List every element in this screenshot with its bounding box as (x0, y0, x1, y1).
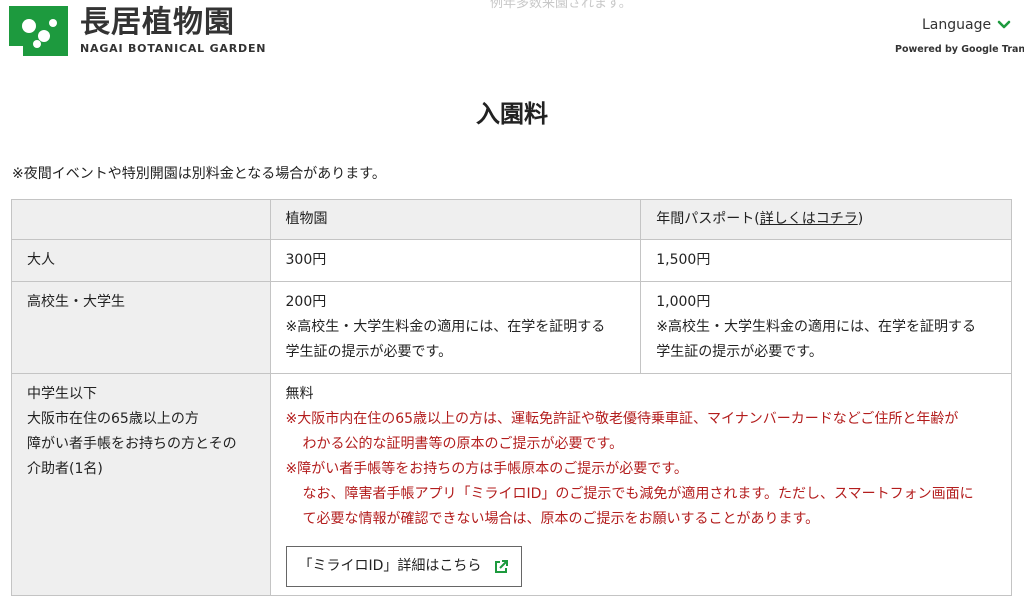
student-garden-fee: 200円 (285, 294, 327, 310)
student-garden-note-1: ※高校生・大学生料金の適用には、在学を証明する (285, 319, 606, 335)
mirairo-id-button-label: 「ミライロID」詳細はこちら (298, 558, 482, 574)
header-garden: 植物園 (269, 199, 642, 240)
free-label-2: 大阪市在住の65歳以上の方 (27, 411, 199, 427)
logo-title: 長居植物園 (80, 5, 235, 40)
free-cell: 無料 ※大阪市内在住の65歳以上の方は、運転免許証や敬老優待乗車証、マイナンバー… (269, 373, 1013, 596)
row-label-free: 中学生以下 大阪市在住の65歳以上の方 障がい者手帳をお持ちの方とその 介助者(… (11, 373, 271, 596)
free-value: 無料 (285, 386, 314, 402)
table-row-adult: 大人 300円 1,500円 (11, 239, 1012, 282)
notice-text: ※夜間イベントや特別開園は別料金となる場合があります。 (12, 166, 386, 182)
garden-logo-icon (9, 6, 68, 56)
free-note-2a: ※障がい者手帳等をお持ちの方は手帳原本のご提示が必要です。 (285, 461, 688, 477)
logo-subtitle: NAGAI BOTANICAL GARDEN (80, 42, 267, 55)
free-label-3: 障がい者手帳をお持ちの方とその (27, 436, 237, 452)
student-garden-note-2: 学生証の提示が必要です。 (285, 344, 453, 360)
adult-garden-fee: 300円 (269, 239, 642, 282)
free-note-1b: わかる公的な証明書等の原本のご提示が必要です。 (302, 436, 624, 452)
header-passport: 年間パスポート(詳しくはコチラ) (640, 199, 1012, 240)
fee-table: 植物園 年間パスポート(詳しくはコチラ) 大人 300円 1,500円 高校生・… (11, 199, 1013, 596)
free-note-2c: て必要な情報が確認できない場合は、原本のご提示をお願いすることがあります。 (302, 511, 820, 527)
chevron-down-icon (997, 20, 1011, 29)
passport-details-link[interactable]: 詳しくはコチラ (760, 211, 858, 227)
free-note-1a: ※大阪市内在住の65歳以上の方は、運転免許証や敬老優待乗車証、マイナンバーカード… (285, 411, 959, 427)
header-passport-prefix: 年間パスポート( (656, 211, 760, 227)
page-title: 入園料 (476, 100, 548, 128)
header-passport-suffix: ) (857, 211, 864, 227)
site-logo[interactable]: 長居植物園 NAGAI BOTANICAL GARDEN (9, 6, 266, 56)
student-garden-cell: 200円 ※高校生・大学生料金の適用には、在学を証明する 学生証の提示が必要です… (269, 281, 642, 374)
language-selector[interactable]: Language (922, 17, 1011, 33)
header-empty-cell (11, 199, 271, 240)
student-passport-note-2: 学生証の提示が必要です。 (656, 344, 823, 360)
faded-header-text: 例年多数来園されます。 (490, 0, 632, 11)
student-passport-note-1: ※高校生・大学生料金の適用には、在学を証明する (656, 319, 976, 335)
row-label-student: 高校生・大学生 (11, 281, 271, 374)
free-label-1: 中学生以下 (27, 386, 97, 402)
table-row-free: 中学生以下 大阪市在住の65歳以上の方 障がい者手帳をお持ちの方とその 介助者(… (11, 373, 1013, 596)
table-row-student: 高校生・大学生 200円 ※高校生・大学生料金の適用には、在学を証明する 学生証… (11, 281, 1012, 374)
free-label-4: 介助者(1名) (27, 461, 103, 477)
student-passport-fee: 1,000円 (656, 294, 711, 310)
free-note-2b: なお、障害者手帳アプリ「ミライロID」のご提示でも減免が適用されます。ただし、ス… (302, 486, 974, 502)
powered-by-text: Powered by Google Translate (895, 44, 1024, 55)
mirairo-id-button[interactable]: 「ミライロID」詳細はこちら (285, 546, 523, 587)
table-header-row: 植物園 年間パスポート(詳しくはコチラ) (11, 199, 1012, 240)
row-label-adult: 大人 (11, 239, 271, 282)
external-link-icon (495, 559, 509, 573)
adult-passport-fee: 1,500円 (640, 239, 1012, 282)
student-passport-cell: 1,000円 ※高校生・大学生料金の適用には、在学を証明する 学生証の提示が必要… (640, 281, 1012, 374)
language-label: Language (922, 17, 992, 33)
